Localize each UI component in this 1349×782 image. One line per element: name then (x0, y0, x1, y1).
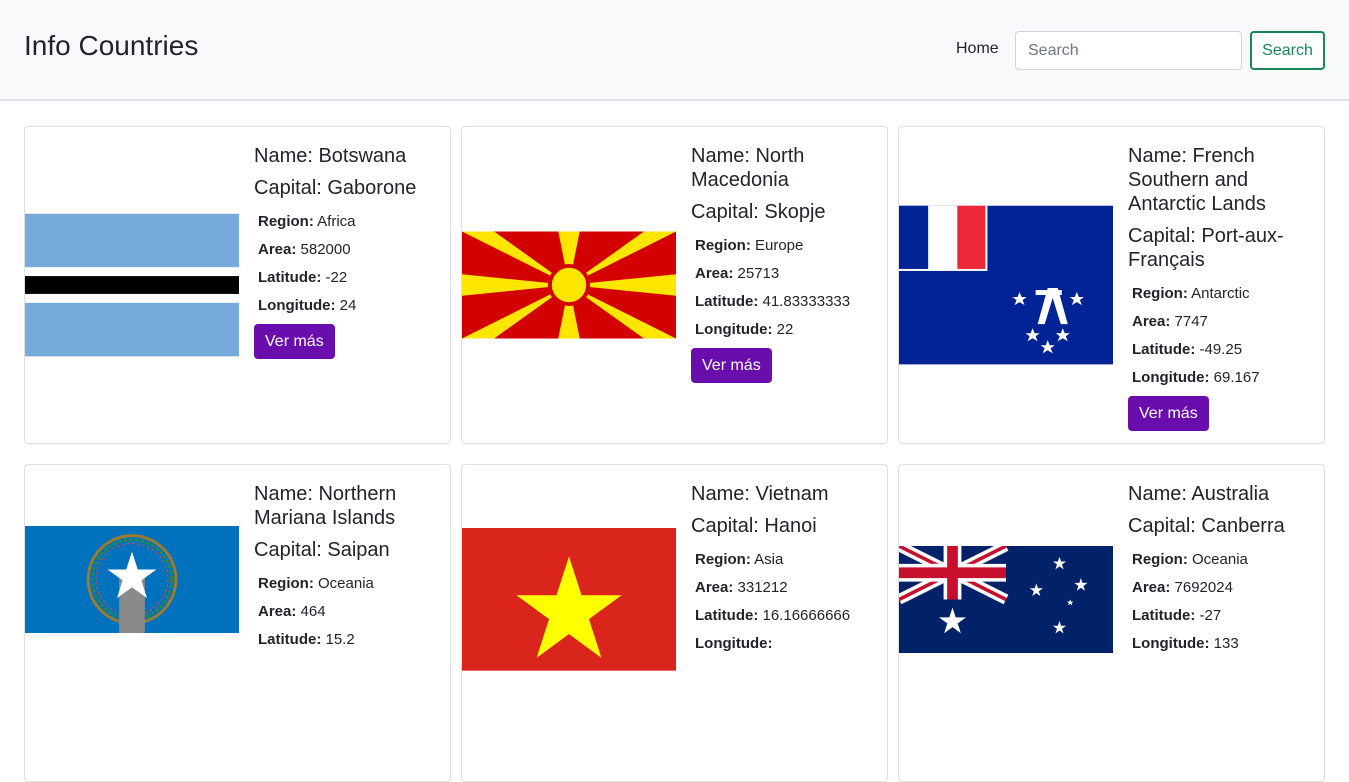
country-region: Region: Europe (695, 237, 804, 254)
country-card: Name: North Macedonia Capital: Skopje Re… (461, 126, 888, 444)
country-info: Name: French Southern and Antarctic Land… (1128, 144, 1308, 431)
country-region: Region: Asia (695, 551, 784, 568)
country-area: Area: 331212 (695, 579, 788, 596)
country-capital: Capital: Canberra (1128, 515, 1285, 537)
country-capital: Capital: Gaborone (254, 177, 417, 199)
northern-mariana-flag (25, 526, 239, 633)
navbar: Info Countries Home Search (0, 0, 1349, 101)
taaf-flag (899, 205, 1113, 365)
australia-flag (899, 546, 1113, 653)
country-region: Region: Africa (258, 213, 356, 230)
country-card: Name: French Southern and Antarctic Land… (898, 126, 1325, 444)
country-area: Area: 7692024 (1132, 579, 1233, 596)
country-name: Name: North Macedonia (691, 145, 805, 191)
country-name: Name: Australia (1128, 483, 1270, 505)
country-region: Region: Oceania (258, 575, 374, 592)
country-card: Name: Australia Capital: Canberra Region… (898, 464, 1325, 782)
country-longitude: Longitude: (695, 635, 773, 652)
country-region: Region: Oceania (1132, 551, 1248, 568)
country-info: Name: Botswana Capital: Gaborone Region:… (254, 144, 434, 359)
country-area: Area: 7747 (1132, 313, 1208, 330)
country-longitude: Longitude: 133 (1132, 635, 1239, 652)
country-info: Name: North Macedonia Capital: Skopje Re… (691, 144, 871, 383)
country-name: Name: Botswana (254, 145, 407, 167)
country-card: Name: Botswana Capital: Gaborone Region:… (24, 126, 451, 444)
country-name: Name: Vietnam (691, 483, 829, 505)
country-capital: Capital: Port-aux-Français (1128, 225, 1284, 271)
country-area: Area: 25713 (695, 265, 780, 282)
vietnam-flag (462, 528, 676, 671)
country-area: Area: 464 (258, 603, 326, 620)
ver-mas-button[interactable]: Ver más (691, 348, 772, 383)
botswana-flag (25, 213, 239, 357)
search-input[interactable] (1015, 31, 1242, 70)
country-region: Region: Antarctic (1132, 285, 1250, 302)
country-info: Name: Vietnam Capital: Hanoi Region: Asi… (691, 482, 871, 658)
country-longitude: Longitude: 22 (695, 321, 794, 338)
nav-home-link[interactable]: Home (956, 40, 999, 58)
country-area: Area: 582000 (258, 241, 351, 258)
country-latitude: Latitude: 16.16666666 (695, 607, 851, 624)
ver-mas-button[interactable]: Ver más (1128, 396, 1209, 431)
country-info: Name: Australia Capital: Canberra Region… (1128, 482, 1308, 658)
country-longitude: Longitude: 69.167 (1132, 369, 1260, 386)
brand-title[interactable]: Info Countries (24, 30, 198, 62)
country-latitude: Latitude: 41.83333333 (695, 293, 851, 310)
country-name: Name: French Southern and Antarctic Land… (1128, 145, 1266, 215)
country-capital: Capital: Hanoi (691, 515, 817, 537)
country-latitude: Latitude: -49.25 (1132, 341, 1243, 358)
country-latitude: Latitude: -22 (258, 269, 348, 286)
country-info: Name: Northern Mariana Islands Capital: … (254, 482, 434, 654)
country-capital: Capital: Skopje (691, 201, 826, 223)
north-macedonia-flag (462, 231, 676, 339)
country-longitude: Longitude: 24 (258, 297, 357, 314)
country-name: Name: Northern Mariana Islands (254, 483, 397, 529)
ver-mas-button[interactable]: Ver más (254, 324, 335, 359)
country-latitude: Latitude: 15.2 (258, 631, 355, 648)
search-button[interactable]: Search (1250, 31, 1325, 70)
country-card: Name: Northern Mariana Islands Capital: … (24, 464, 451, 782)
country-latitude: Latitude: -27 (1132, 607, 1222, 624)
country-capital: Capital: Saipan (254, 539, 390, 561)
country-card: Name: Vietnam Capital: Hanoi Region: Asi… (461, 464, 888, 782)
